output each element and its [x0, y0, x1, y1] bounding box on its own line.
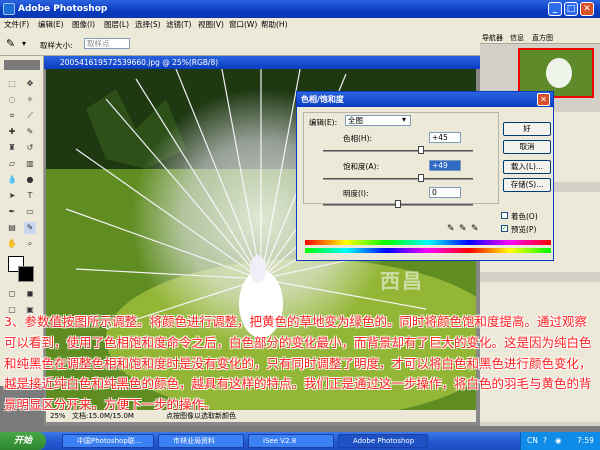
menu-file[interactable]: 文件(F)	[4, 19, 29, 30]
menu-image[interactable]: 图像(I)	[72, 19, 95, 30]
hue-slider[interactable]	[323, 150, 473, 152]
gradient-tool-icon[interactable]: ▥	[24, 158, 36, 170]
hand-tool-icon[interactable]: ✋	[6, 238, 18, 250]
marquee-tool-icon[interactable]: ⬚	[6, 78, 18, 90]
saturation-slider[interactable]	[323, 178, 473, 180]
task-isee[interactable]: iSee V2.8	[248, 434, 334, 448]
options-bar: ✎ ▾ 取样大小: 取样点	[0, 32, 480, 56]
pen-tool-icon[interactable]: ✒	[6, 206, 18, 218]
start-label: 开始	[14, 436, 33, 446]
dialog-close-button[interactable]: ✕	[537, 93, 550, 106]
lightness-slider-thumb[interactable]	[395, 200, 401, 208]
quick-mask-off-icon[interactable]: ◻	[6, 288, 18, 300]
tab-info[interactable]: 信息	[510, 33, 524, 43]
saturation-label: 饱和度(A):	[343, 162, 380, 171]
menu-edit[interactable]: 编辑(E)	[38, 19, 64, 30]
lightness-label: 明度(I):	[343, 189, 369, 198]
blur-tool-icon[interactable]: 💧	[6, 174, 18, 186]
tutorial-caption: 3、参数值按图所示调整。将颜色进行调整，把黄色的草地变为绿色的。同时将颜色饱和度…	[4, 314, 592, 413]
task-photoshop-forum[interactable]: 中国Photoshop联...	[62, 434, 154, 448]
menu-window[interactable]: 窗口(W)	[229, 19, 257, 30]
clock: 7:59	[577, 436, 594, 445]
menu-bar: 文件(F) 编辑(E) 图像(I) 图层(L) 选择(S) 滤镜(T) 视图(V…	[0, 18, 600, 32]
preview-checkbox[interactable]: ✓	[501, 225, 508, 232]
navigator-tabbar: 导航器 信息 直方图	[480, 32, 600, 44]
chevron-down-icon[interactable]: ▾	[402, 115, 406, 124]
edit-label: 编辑(E):	[309, 118, 338, 127]
input-hue-bar	[305, 240, 551, 245]
window-titlebar: Adobe Photoshop _ □ ✕	[0, 0, 600, 18]
quick-mask-on-icon[interactable]: ◼	[24, 288, 36, 300]
eraser-tool-icon[interactable]: ▱	[6, 158, 18, 170]
eyedropper-minus-icon[interactable]: ✎	[471, 224, 479, 234]
document-titlebar: 200541619572539660.jpg @ 25%(RGB/8)	[44, 56, 480, 69]
sample-size-label: 取样大小:	[40, 41, 73, 50]
eyedropper-plus-icon[interactable]: ✎	[459, 224, 467, 234]
feather-logo-icon	[4, 60, 40, 70]
colorize-checkbox[interactable]	[501, 212, 508, 219]
ok-button[interactable]: 好	[503, 122, 551, 136]
hue-label: 色相(H):	[343, 134, 373, 143]
move-tool-icon[interactable]: ✥	[24, 78, 36, 90]
eyedropper-tool-icon[interactable]: ✎	[24, 222, 36, 234]
stamp-tool-icon[interactable]: ♜	[6, 142, 18, 154]
lasso-tool-icon[interactable]: ◌	[6, 94, 18, 106]
slice-tool-icon[interactable]: ⟋	[24, 110, 36, 122]
menu-view[interactable]: 视图(V)	[198, 19, 224, 30]
save-button[interactable]: 存储(S)...	[503, 178, 551, 192]
output-hue-bar	[305, 248, 551, 253]
cancel-button[interactable]: 取消	[503, 140, 551, 154]
path-select-icon[interactable]: ➤	[6, 190, 18, 202]
start-button[interactable]: 开始	[0, 432, 46, 450]
magic-wand-icon[interactable]: ✧	[24, 94, 36, 106]
system-tray: CN ? ◉ 7:59	[520, 432, 600, 450]
task-forestry-folder[interactable]: 市林业局资料	[158, 434, 244, 448]
eyedropper-icon[interactable]: ✎	[6, 37, 15, 50]
menu-layer[interactable]: 图层(L)	[104, 19, 129, 30]
minimize-button[interactable]: _	[548, 2, 562, 16]
colorize-label: 着色(O)	[511, 212, 538, 221]
dialog-title: 色相/饱和度	[301, 95, 344, 104]
menu-select[interactable]: 选择(S)	[135, 19, 161, 30]
eyedropper-sample-icon[interactable]: ✎	[447, 224, 455, 234]
hue-saturation-dialog: 色相/饱和度 ✕ 编辑(E): 全图 ▾ 色相(H): +45 饱和度(A): …	[296, 91, 554, 261]
tray-network-icon[interactable]: ◉	[555, 432, 562, 450]
close-button[interactable]: ✕	[580, 2, 594, 16]
watermark: 西昌	[380, 269, 424, 293]
notes-tool-icon[interactable]: ▤	[6, 222, 18, 234]
background-color-swatch[interactable]	[18, 266, 34, 282]
dodge-tool-icon[interactable]: ●	[24, 174, 36, 186]
maximize-button[interactable]: □	[564, 2, 578, 16]
dialog-titlebar: 色相/饱和度 ✕	[297, 92, 553, 107]
tray-help-icon[interactable]: ?	[543, 432, 547, 450]
saturation-slider-thumb[interactable]	[418, 174, 424, 182]
sample-size-select[interactable]: 取样点	[84, 38, 130, 49]
zoom-tool-icon[interactable]: ⌕	[24, 238, 36, 250]
hue-input[interactable]: +45	[429, 132, 461, 143]
load-button[interactable]: 载入(L)...	[503, 160, 551, 174]
shape-tool-icon[interactable]: ▭	[24, 206, 36, 218]
tool-preset-arrow-icon[interactable]: ▾	[22, 39, 26, 48]
menu-help[interactable]: 帮助(H)	[261, 19, 288, 30]
tab-navigator[interactable]: 导航器	[482, 33, 503, 43]
menu-filter[interactable]: 滤镜(T)	[166, 19, 191, 30]
hue-slider-thumb[interactable]	[418, 146, 424, 154]
window-title: Adobe Photoshop	[18, 4, 108, 14]
brush-tool-icon[interactable]: ✎	[24, 126, 36, 138]
task-adobe-photoshop[interactable]: Adobe Photoshop	[338, 434, 428, 448]
language-indicator[interactable]: CN	[527, 432, 538, 450]
healing-brush-icon[interactable]: ✚	[6, 126, 18, 138]
saturation-input[interactable]: +49	[429, 160, 461, 171]
history-brush-icon[interactable]: ↺	[24, 142, 36, 154]
tab-histogram[interactable]: 直方图	[532, 33, 553, 43]
type-tool-icon[interactable]: T	[24, 190, 36, 202]
crop-tool-icon[interactable]: ⌗	[6, 110, 18, 122]
lightness-input[interactable]: 0	[429, 187, 461, 198]
preview-label: 预览(P)	[511, 225, 537, 234]
document-title: 200541619572539660.jpg @ 25%(RGB/8)	[60, 58, 219, 67]
photoshop-app-icon	[3, 3, 15, 15]
